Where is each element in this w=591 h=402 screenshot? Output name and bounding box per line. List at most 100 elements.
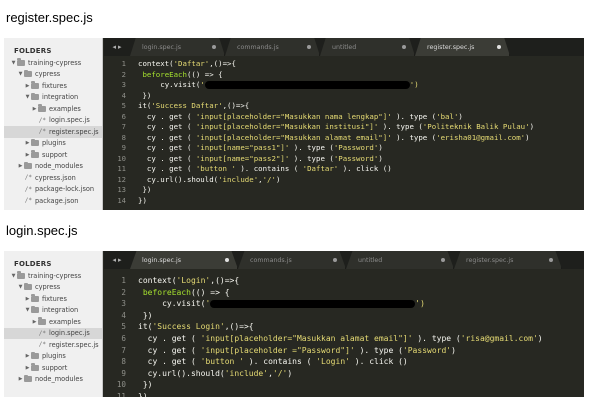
file-icon: /* [38, 128, 46, 136]
chevron-down-icon[interactable]: ▼ [24, 307, 31, 313]
tree-item[interactable]: ·/*login.spec.js [4, 115, 102, 127]
chevron-down-icon[interactable]: ▼ [10, 60, 17, 66]
tree-item[interactable]: ▼ integration [4, 92, 102, 104]
chevron-left-right-icon[interactable]: ◂ ▸ [104, 38, 130, 56]
folder-icon [17, 271, 25, 279]
tree-item[interactable]: ▶ node_modules [4, 374, 102, 386]
code-line: cy . get ( 'input[placeholder="Masukkan … [138, 333, 584, 345]
chevron-right-icon[interactable]: ▶ [31, 106, 38, 112]
tab-untitled[interactable]: untitled [346, 251, 454, 269]
tree-item[interactable]: ▼ cypress [4, 69, 102, 81]
line-gutter: 1 2 3 4 5 6 7 8 9 10 11 [104, 275, 130, 397]
chevron-down-icon[interactable]: ▼ [17, 71, 24, 77]
tab-dirty-dot-icon[interactable] [402, 45, 406, 49]
chevron-right-icon[interactable]: ▶ [31, 319, 38, 325]
tab-untitled[interactable]: untitled [320, 38, 415, 56]
tree-item[interactable]: ▼ training-cypress [4, 57, 102, 69]
tab-label: commands.js [237, 43, 279, 51]
chevron-right-icon[interactable]: ▶ [24, 296, 31, 302]
tree-item[interactable]: ·/*register.spec.js [4, 126, 102, 138]
chevron-right-icon[interactable]: ▶ [24, 140, 31, 146]
code-line: }) [138, 196, 584, 207]
tree-item[interactable]: ▶ examples [4, 103, 102, 115]
tab-dirty-dot-icon[interactable] [212, 45, 216, 49]
chevron-down-icon[interactable]: ▼ [10, 273, 17, 279]
code-editor[interactable]: 1 2 3 4 5 6 7 8 9 10 11 context('Login',()=>{ befo… [104, 269, 584, 397]
tab-dirty-dot-icon[interactable] [497, 45, 501, 49]
code-line: }) [138, 310, 584, 322]
chevron-right-icon[interactable]: · [17, 198, 24, 204]
code-token: 'erisha01@gmail.com' [436, 132, 526, 142]
tab-dirty-dot-icon[interactable] [549, 258, 553, 262]
tree-item[interactable]: ·/*cypress.json [4, 172, 102, 184]
chevron-right-icon[interactable]: ▶ [24, 152, 31, 158]
tree-item[interactable]: ▼ cypress [4, 282, 102, 294]
tab-register-spec-js[interactable]: register.spec.js [415, 38, 510, 56]
redacted-url [204, 81, 410, 89]
tree-item-label: fixtures [42, 81, 67, 90]
code-line: }) [138, 379, 584, 391]
chevron-right-icon[interactable]: ▶ [24, 353, 31, 359]
code-token: cy.visit( [138, 299, 206, 309]
chevron-right-icon[interactable]: · [31, 330, 38, 336]
code-token: cy . get ( [138, 357, 201, 367]
chevron-right-icon[interactable]: · [31, 129, 38, 135]
folder-icon [38, 317, 46, 325]
tree-item[interactable]: ▼ training-cypress [4, 270, 102, 282]
tree-item[interactable]: ▶ support [4, 362, 102, 374]
chevron-right-icon[interactable]: · [31, 117, 38, 123]
tree-item[interactable]: ·/*package.json [4, 195, 102, 207]
code-line: context('Login',()=>{ [138, 275, 584, 287]
tree-item[interactable]: ▶ support [4, 149, 102, 161]
chevron-right-icon[interactable]: ▶ [17, 163, 24, 169]
code-token: ) [458, 111, 463, 121]
folder-icon [31, 81, 39, 89]
code-token: '/' [262, 174, 276, 184]
code-token: 'risa@gmail.com' [460, 333, 538, 343]
line-number: 11 [116, 391, 126, 397]
chevron-right-icon[interactable]: ▶ [17, 376, 24, 382]
tab-dirty-dot-icon[interactable] [441, 258, 445, 262]
tab-dirty-dot-icon[interactable] [307, 45, 311, 49]
file-icon: /* [38, 116, 46, 124]
tree-item[interactable]: ·/*package-lock.json [4, 184, 102, 196]
tab-login-spec-js[interactable]: login.spec.js [130, 38, 225, 56]
tree-item[interactable]: ▼ integration [4, 305, 102, 317]
chevron-right-icon[interactable]: ▶ [24, 365, 31, 371]
tab-login-spec-js[interactable]: login.spec.js [130, 251, 238, 269]
chevron-right-icon[interactable]: · [17, 175, 24, 181]
code-token: }) [138, 195, 147, 205]
code-line: cy . get ( 'button ' ). contains ( 'Daft… [138, 164, 584, 175]
tab-dirty-dot-icon[interactable] [225, 258, 229, 262]
tree-item-label: plugins [42, 139, 66, 148]
tab-register-spec-js[interactable]: register.spec.js [454, 251, 562, 269]
tree-item[interactable]: ▶ fixtures [4, 293, 102, 305]
folder-icon [17, 58, 25, 66]
chevron-right-icon[interactable]: · [17, 186, 24, 192]
chevron-down-icon[interactable]: ▼ [17, 284, 24, 290]
tree-item[interactable]: ·/*login.spec.js [4, 327, 102, 339]
tree-item[interactable]: ▶ plugins [4, 351, 102, 363]
chevron-down-icon[interactable]: ▼ [24, 94, 31, 100]
chevron-left-right-icon[interactable]: ◂ ▸ [104, 251, 130, 269]
tree-item[interactable]: ·/*register.spec.js [4, 339, 102, 351]
tree-item-label: training-cypress [28, 271, 82, 280]
tree-item[interactable]: ▶ fixtures [4, 80, 102, 92]
tab-commands-js[interactable]: commands.js [225, 38, 320, 56]
chevron-right-icon[interactable]: ▶ [24, 83, 31, 89]
code-token: }) [138, 90, 152, 100]
code-editor[interactable]: 1 2 3 4 5 6 7 8 9 10 11 12 13 14 context('Daftar',()=… [104, 56, 584, 210]
tree-item-label: examples [49, 104, 81, 113]
tab-dirty-dot-icon[interactable] [333, 258, 337, 262]
tree-item-label: login.spec.js [49, 329, 90, 338]
tab-commands-js[interactable]: commands.js [238, 251, 346, 269]
file-icon: /* [38, 341, 46, 349]
tree-item[interactable]: ▶ plugins [4, 138, 102, 150]
code-token: ). click () [349, 357, 408, 367]
tree-item[interactable]: ▶ examples [4, 316, 102, 328]
code-token: 'Daftar' [173, 59, 210, 68]
chevron-right-icon[interactable]: · [31, 342, 38, 348]
tree-item[interactable]: ▶ node_modules [4, 161, 102, 173]
sidebar: FOLDERS ▼ training-cypress ▼ cypress ▶ fixtur… [4, 38, 103, 210]
code-token: 'input[placeholder ="Password"]' [200, 345, 355, 355]
